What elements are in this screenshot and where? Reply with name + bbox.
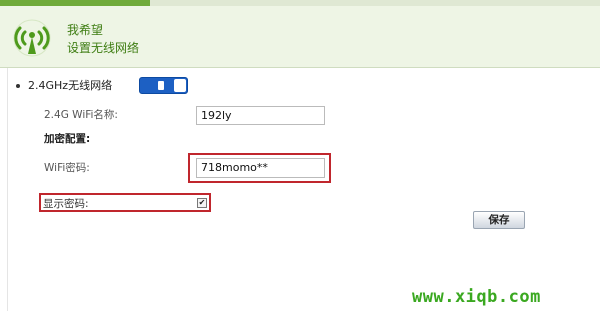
header: 我希望 设置无线网络 [0,6,600,68]
show-password-label: 显示密码: [43,198,89,210]
toggle-on-mark-icon [158,81,164,90]
show-password-checkbox[interactable]: ✔ [197,198,207,208]
password-input[interactable]: 718momo** [196,158,325,178]
toggle-handle [174,79,186,92]
header-subtitle: 设置无线网络 [67,41,140,55]
save-button[interactable]: 保存 [473,211,525,229]
wifi-band-toggle[interactable] [139,77,188,94]
encryption-heading: 加密配置: [44,133,91,145]
bullet-icon [16,84,20,88]
wifi-signal-icon [13,19,51,57]
header-title: 我希望 [67,23,104,37]
ssid-input[interactable]: 192ly [196,106,325,125]
band-label: 2.4GHz无线网络 [28,79,113,92]
site-watermark: www.xiqb.com [412,287,541,307]
password-label: WiFi密码: [44,162,90,174]
ssid-label: 2.4G WiFi名称: [44,109,118,121]
left-divider [7,68,8,311]
page: 我希望 设置无线网络 2.4GHz无线网络 2.4G WiFi名称: 192ly… [0,0,600,311]
